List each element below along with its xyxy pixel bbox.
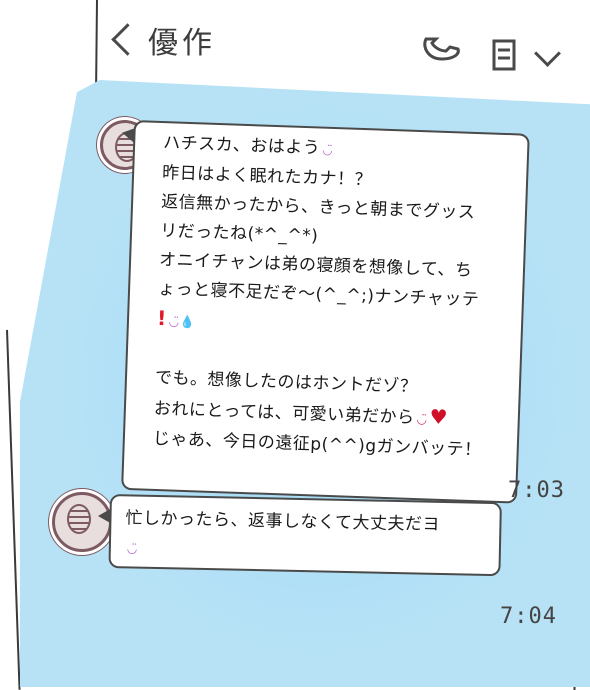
sweat-emoji-icon: ◡̈💧 (168, 314, 196, 330)
message-time: 7:04 (500, 604, 557, 629)
chat-header: 優作 (100, 10, 580, 72)
chevron-down-icon[interactable] (534, 40, 561, 67)
message-bubble[interactable]: ハチスカ、おはよう◡̈ 昨日はよく眠れたカナ！？ 返信無かったから、きっと朝まで… (121, 120, 530, 504)
chat-title: 優作 (148, 26, 216, 61)
phone-frame-left-lower (6, 329, 21, 690)
phone-icon[interactable] (420, 35, 464, 63)
back-icon[interactable] (111, 23, 144, 56)
smile-emoji-icon: ◡̈ (322, 142, 334, 157)
blush-emoji-icon: ◡̈ (416, 412, 428, 427)
exclamation-icon: ! (156, 305, 168, 331)
message-bubble[interactable]: 忙しかったら、返事しなくて大丈夫だヨ ◡̈ (108, 494, 502, 577)
book-icon[interactable] (488, 38, 520, 72)
smile-emoji-icon: ◡̈ (126, 541, 138, 556)
message-time: 7:03 (508, 478, 565, 503)
heart-icon: ♥ (429, 404, 449, 430)
